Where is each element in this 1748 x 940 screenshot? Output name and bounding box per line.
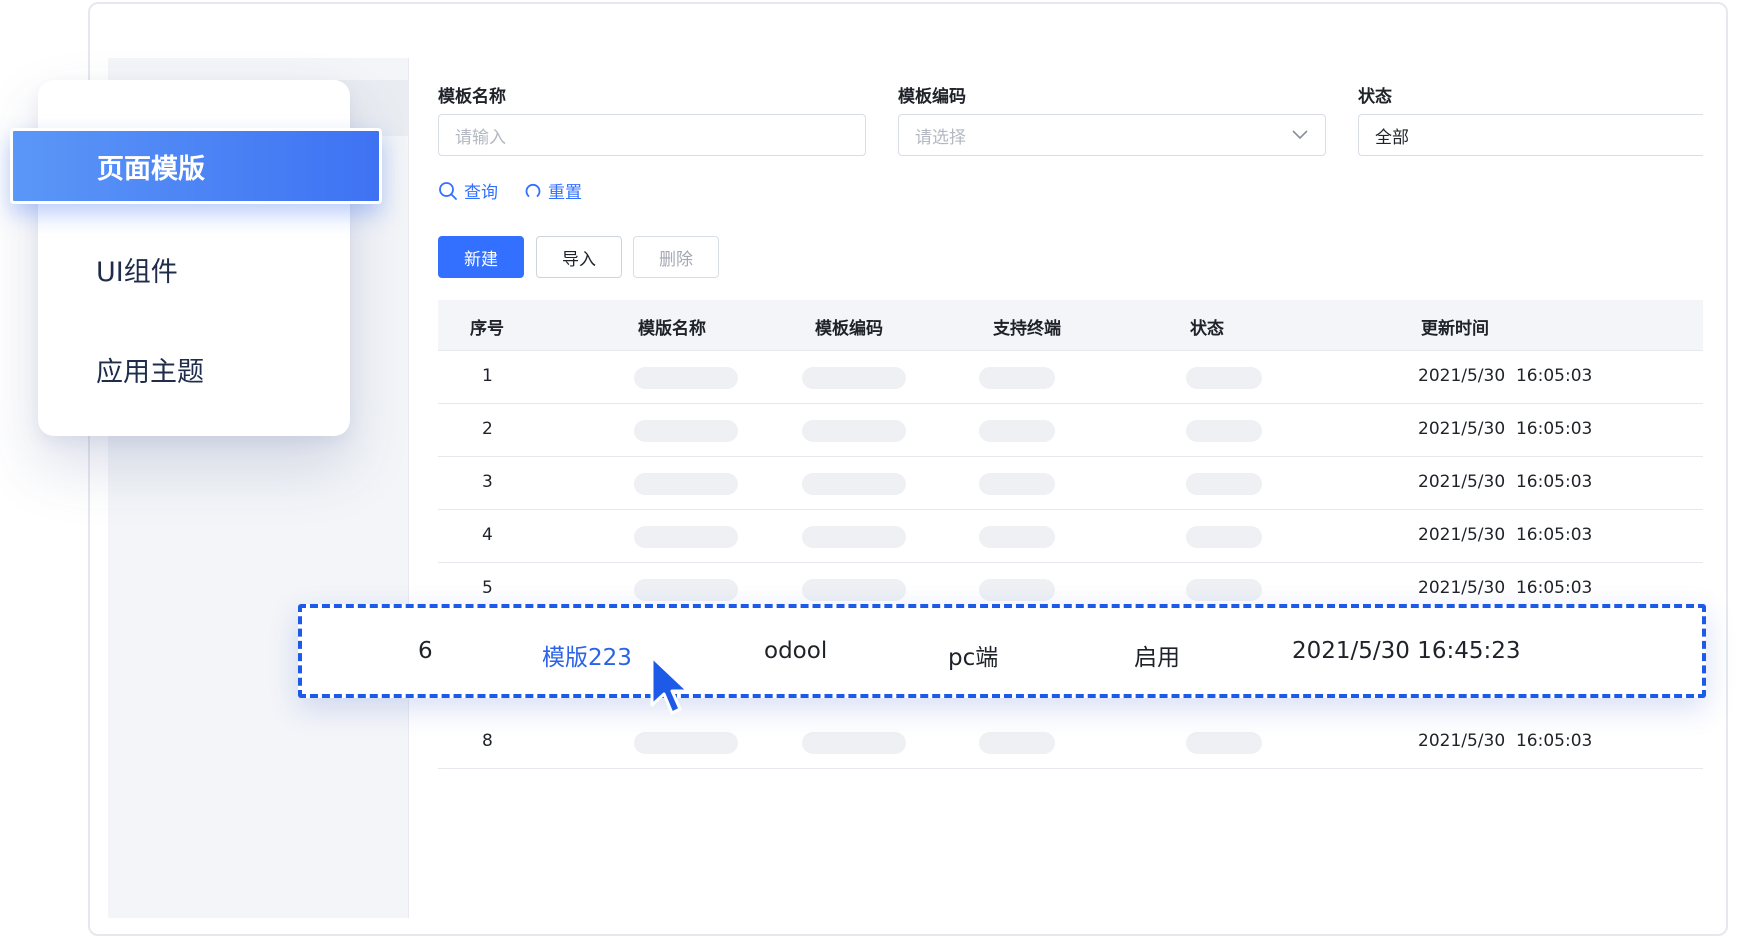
highlighted-table-row[interactable]: 6 模版223 odool pc端 启用 2021/5/30 16:45:23 xyxy=(298,604,1706,698)
status-select[interactable]: 全部 xyxy=(1358,114,1703,156)
reset-button[interactable]: 重置 xyxy=(524,178,582,203)
column-header-code: 模板编码 xyxy=(815,319,883,339)
filter-name-label: 模板名称 xyxy=(438,87,506,107)
updated-time: 2021/5/30 16:45:23 xyxy=(1292,638,1521,664)
table-header: 序号 模版名称 模板编码 支持终端 状态 更新时间 xyxy=(438,300,1703,351)
column-header-updated: 更新时间 xyxy=(1421,319,1489,339)
placeholder-bar xyxy=(634,526,738,548)
placeholder-bar xyxy=(634,420,738,442)
placeholder-bar xyxy=(979,732,1055,754)
table-row[interactable]: 3 2021/5/30 16:05:03 xyxy=(438,457,1703,510)
placeholder-bar xyxy=(1186,526,1262,548)
row-index: 5 xyxy=(482,578,493,598)
placeholder-bar xyxy=(802,526,906,548)
placeholder-bar xyxy=(634,732,738,754)
template-code-placeholder: 请选择 xyxy=(915,127,966,148)
placeholder-bar xyxy=(1186,473,1262,495)
row-updated-time: 2021/5/30 16:05:03 xyxy=(1418,366,1593,386)
placeholder-bar xyxy=(634,579,738,601)
status-text: 启用 xyxy=(1134,645,1180,671)
row-updated-time: 2021/5/30 16:05:03 xyxy=(1418,472,1593,492)
query-button[interactable]: 查询 xyxy=(438,178,498,203)
new-button[interactable]: 新建 xyxy=(438,236,524,278)
template-name-input[interactable]: 请输入 xyxy=(438,114,866,156)
placeholder-bar xyxy=(979,579,1055,601)
placeholder-bar xyxy=(634,367,738,389)
template-code-select[interactable]: 请选择 xyxy=(898,114,1326,156)
placeholder-bar xyxy=(1186,732,1262,754)
menu-item-label: 页面模版 xyxy=(97,153,205,185)
row-updated-time: 2021/5/30 16:05:03 xyxy=(1418,578,1593,598)
template-code: odool xyxy=(764,638,828,664)
placeholder-bar xyxy=(802,420,906,442)
row-index: 4 xyxy=(482,525,493,545)
table-row[interactable]: 4 2021/5/30 16:05:03 xyxy=(438,510,1703,563)
chevron-down-icon xyxy=(1292,130,1308,140)
row-updated-time: 2021/5/30 16:05:03 xyxy=(1418,419,1593,439)
placeholder-bar xyxy=(802,473,906,495)
terminal: pc端 xyxy=(948,645,999,671)
row-updated-time: 2021/5/30 16:05:03 xyxy=(1418,525,1593,545)
placeholder-bar xyxy=(802,579,906,601)
placeholder-bar xyxy=(1186,579,1262,601)
placeholder-bar xyxy=(634,473,738,495)
placeholder-bar xyxy=(802,732,906,754)
reset-label: 重置 xyxy=(548,183,582,203)
filter-code-label: 模板编码 xyxy=(898,87,966,107)
cursor-pointer-icon xyxy=(650,655,690,715)
row-index: 3 xyxy=(482,472,493,492)
delete-button[interactable]: 删除 xyxy=(633,236,719,278)
column-header-name: 模版名称 xyxy=(638,319,706,339)
status-select-value: 全部 xyxy=(1375,127,1409,148)
reset-icon xyxy=(525,183,541,197)
column-header-status: 状态 xyxy=(1190,319,1224,339)
import-button[interactable]: 导入 xyxy=(536,236,622,278)
placeholder-bar xyxy=(979,367,1055,389)
column-header-terminal: 支持终端 xyxy=(993,319,1061,339)
placeholder-bar xyxy=(1186,367,1262,389)
menu-item-page-template[interactable]: 页面模版 xyxy=(10,128,382,204)
filter-status-label: 状态 xyxy=(1358,87,1392,107)
row-index: 8 xyxy=(482,731,493,751)
template-name-placeholder: 请输入 xyxy=(455,127,506,148)
table-row[interactable]: 8 2021/5/30 16:05:03 xyxy=(438,716,1703,769)
placeholder-bar xyxy=(802,367,906,389)
query-label: 查询 xyxy=(464,183,498,203)
table-row[interactable]: 2 2021/5/30 16:05:03 xyxy=(438,404,1703,457)
menu-item-ui-components[interactable]: UI组件 xyxy=(96,250,178,289)
search-icon xyxy=(439,181,457,200)
placeholder-bar xyxy=(979,526,1055,548)
row-updated-time: 2021/5/30 16:05:03 xyxy=(1418,731,1593,751)
table-row[interactable]: 1 2021/5/30 16:05:03 xyxy=(438,351,1703,404)
row-index: 1 xyxy=(482,366,493,386)
menu-item-app-theme[interactable]: 应用主题 xyxy=(96,350,204,389)
column-header-index: 序号 xyxy=(470,319,504,339)
placeholder-bar xyxy=(1186,420,1262,442)
placeholder-bar xyxy=(979,473,1055,495)
row-index: 6 xyxy=(418,638,433,664)
row-index: 2 xyxy=(482,419,493,439)
placeholder-bar xyxy=(979,420,1055,442)
template-name-link[interactable]: 模版223 xyxy=(542,638,632,672)
